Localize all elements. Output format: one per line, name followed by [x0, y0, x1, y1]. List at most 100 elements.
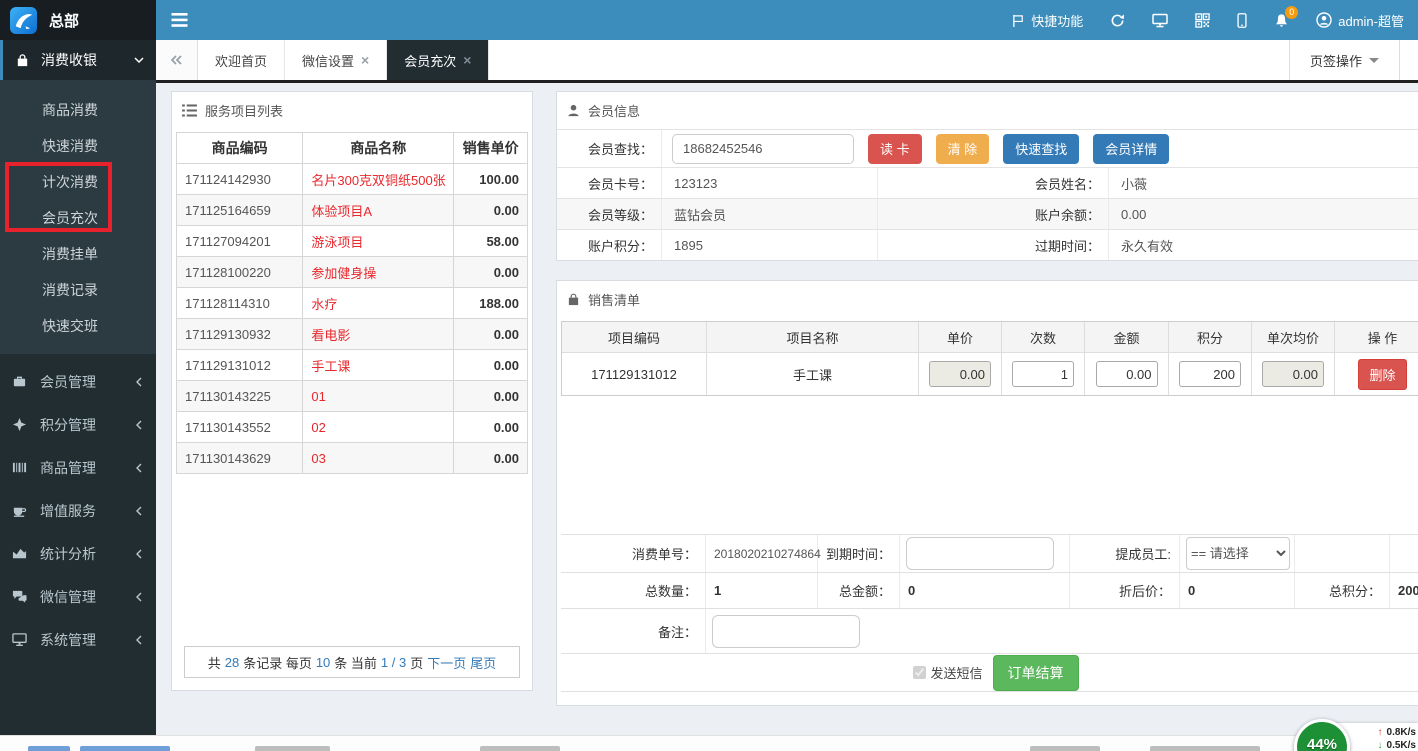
- account-balance: 0.00: [1121, 207, 1146, 222]
- background-window-fragment: [255, 746, 330, 751]
- amount-input[interactable]: [1096, 361, 1158, 387]
- sidebar-group-points[interactable]: 积分管理: [0, 403, 156, 446]
- star-icon: [12, 417, 28, 432]
- close-icon[interactable]: ×: [463, 52, 471, 68]
- close-icon[interactable]: ×: [361, 52, 369, 68]
- order-row: 消费单号： 2018020210274864 到期时间： 提成员工: == 请选…: [561, 535, 1418, 573]
- tabs-collapse-button[interactable]: [156, 40, 198, 80]
- send-sms-checkbox[interactable]: [913, 666, 926, 679]
- total-amount: 0: [908, 583, 915, 598]
- usage-percent: 44%: [1307, 736, 1337, 751]
- table-row[interactable]: 171125164659体验项目A0.00: [177, 195, 528, 226]
- sale-item-row: 171129131012 手工课 删除: [562, 353, 1418, 395]
- user-name: admin-超管: [1338, 11, 1404, 30]
- sidebar-item-consume-records[interactable]: 消费记录: [0, 272, 156, 308]
- tab-member-recharge[interactable]: 会员充次 ×: [387, 40, 489, 80]
- read-card-button[interactable]: 读 卡: [868, 134, 922, 164]
- mobile-button[interactable]: [1237, 13, 1247, 28]
- service-items-table: 商品编码 商品名称 销售单价 171124142930名片300克双铜纸500张…: [176, 132, 528, 474]
- user-avatar-icon: [1316, 12, 1332, 28]
- qrcode-button[interactable]: [1195, 13, 1210, 28]
- member-info-panel: 会员信息 会员查找： 读 卡 清 除 快速查找 会员详情 会员卡号： 12312…: [556, 91, 1418, 261]
- delete-item-button[interactable]: 删除: [1358, 359, 1406, 390]
- sale-items-table: 项目编码 项目名称 单价 次数 金额 积分 单次均价 操 作 171129131…: [561, 321, 1418, 396]
- user-icon: [567, 104, 580, 117]
- sidebar-item-count-consume[interactable]: 计次消费: [0, 164, 156, 200]
- member-info-row: 会员卡号： 123123 会员姓名： 小薇: [557, 167, 1418, 198]
- settle-order-button[interactable]: 订单结算: [993, 655, 1079, 691]
- sidebar-group-members[interactable]: 会员管理: [0, 360, 156, 403]
- count-input[interactable]: [1012, 361, 1074, 387]
- panel-title: 服务项目列表: [205, 101, 283, 120]
- logo-link[interactable]: 总部: [0, 0, 156, 40]
- discounted-price: 0: [1188, 583, 1195, 598]
- background-window-fragment: [480, 746, 560, 751]
- item-name: 手工课: [793, 365, 832, 384]
- table-row[interactable]: 171128100220参加健身操0.00: [177, 257, 528, 288]
- remark-input[interactable]: [712, 615, 860, 648]
- commission-staff-select[interactable]: == 请选择: [1186, 537, 1290, 570]
- list-icon: [182, 104, 197, 117]
- upload-speed: 0.8K/s: [1387, 726, 1416, 739]
- main-content: 服务项目列表 商品编码 商品名称 销售单价 171124142930名片300克…: [156, 83, 1418, 735]
- user-menu[interactable]: admin-超管: [1316, 11, 1404, 30]
- sidebar-group-cashier[interactable]: 消费收银: [0, 40, 156, 80]
- table-row[interactable]: 171128114310水疗188.00: [177, 288, 528, 319]
- area-chart-icon: [12, 546, 28, 561]
- unit-price-input[interactable]: [929, 361, 991, 387]
- member-name: 小薇: [1121, 174, 1147, 193]
- sidebar-item-quick-shift[interactable]: 快速交班: [0, 308, 156, 344]
- last-page-link[interactable]: 尾页: [470, 653, 496, 672]
- table-row[interactable]: 171129131012手工课0.00: [177, 350, 528, 381]
- sidebar: 总部 消费收银 商品消费 快速消费 计次消费 会员充次 消费挂单 消费记录 快速…: [0, 0, 156, 735]
- sidebar-group-statistics[interactable]: 统计分析: [0, 532, 156, 575]
- quick-search-button[interactable]: 快速查找: [1003, 134, 1079, 164]
- sidebar-item-goods-consume[interactable]: 商品消费: [0, 92, 156, 128]
- quick-functions-menu[interactable]: 快捷功能: [1012, 11, 1083, 30]
- member-search-input[interactable]: [672, 134, 854, 164]
- coffee-cup-icon: [12, 503, 28, 518]
- table-row[interactable]: 171129130932看电影0.00: [177, 319, 528, 350]
- chevron-left-icon: [136, 420, 142, 430]
- sidebar-group-wechat[interactable]: 微信管理: [0, 575, 156, 618]
- service-items-panel: 服务项目列表 商品编码 商品名称 销售单价 171124142930名片300克…: [171, 91, 533, 691]
- table-row[interactable]: 171130143225010.00: [177, 381, 528, 412]
- org-name: 总部: [49, 10, 79, 31]
- briefcase-icon: [12, 374, 28, 389]
- table-row[interactable]: 171124142930名片300克双铜纸500张100.00: [177, 164, 528, 195]
- monitor-screen-button[interactable]: [1152, 13, 1168, 28]
- tab-wechat-settings[interactable]: 微信设置 ×: [285, 40, 387, 80]
- order-number: 2018020210274864: [714, 547, 821, 561]
- expire-date-input[interactable]: [906, 537, 1054, 570]
- tab-welcome[interactable]: 欢迎首页: [198, 40, 285, 80]
- sidebar-group-system[interactable]: 系统管理: [0, 618, 156, 661]
- sidebar-toggle-button[interactable]: [156, 0, 202, 40]
- expire-time: 永久有效: [1121, 236, 1173, 255]
- shopping-bag-icon: [567, 293, 580, 306]
- avg-price-input[interactable]: [1262, 361, 1324, 387]
- table-row[interactable]: 171130143552020.00: [177, 412, 528, 443]
- sidebar-group-goods[interactable]: 商品管理: [0, 446, 156, 489]
- sidebar-item-quick-consume[interactable]: 快速消费: [0, 128, 156, 164]
- background-window-fragment: [1150, 746, 1260, 751]
- sidebar-item-consume-hold[interactable]: 消费挂单: [0, 236, 156, 272]
- member-detail-button[interactable]: 会员详情: [1093, 134, 1169, 164]
- notifications-button[interactable]: 0: [1274, 13, 1289, 28]
- flag-icon: [1012, 14, 1025, 27]
- tab-actions-dropdown[interactable]: 页签操作: [1289, 40, 1400, 80]
- clear-button[interactable]: 清 除: [936, 134, 990, 164]
- next-page-link[interactable]: 下一页: [427, 653, 466, 672]
- points-input[interactable]: [1179, 361, 1241, 387]
- table-row[interactable]: 171127094201游泳项目58.00: [177, 226, 528, 257]
- member-card-no: 123123: [674, 176, 717, 191]
- chevron-left-icon: [136, 506, 142, 516]
- sidebar-group-value-added[interactable]: 增值服务: [0, 489, 156, 532]
- refresh-button[interactable]: [1110, 13, 1125, 28]
- download-arrow-icon: ↓: [1378, 739, 1383, 751]
- pagination: 共28条记录 每页10条 当前 1 / 3页 下一页 尾页: [184, 646, 520, 678]
- table-row[interactable]: 171130143629030.00: [177, 443, 528, 474]
- sidebar-item-member-recharge[interactable]: 会员充次: [0, 200, 156, 236]
- topbar: 快捷功能 0 admin-超管: [156, 0, 1418, 40]
- chevron-left-icon: [136, 592, 142, 602]
- total-points: 200: [1398, 583, 1418, 598]
